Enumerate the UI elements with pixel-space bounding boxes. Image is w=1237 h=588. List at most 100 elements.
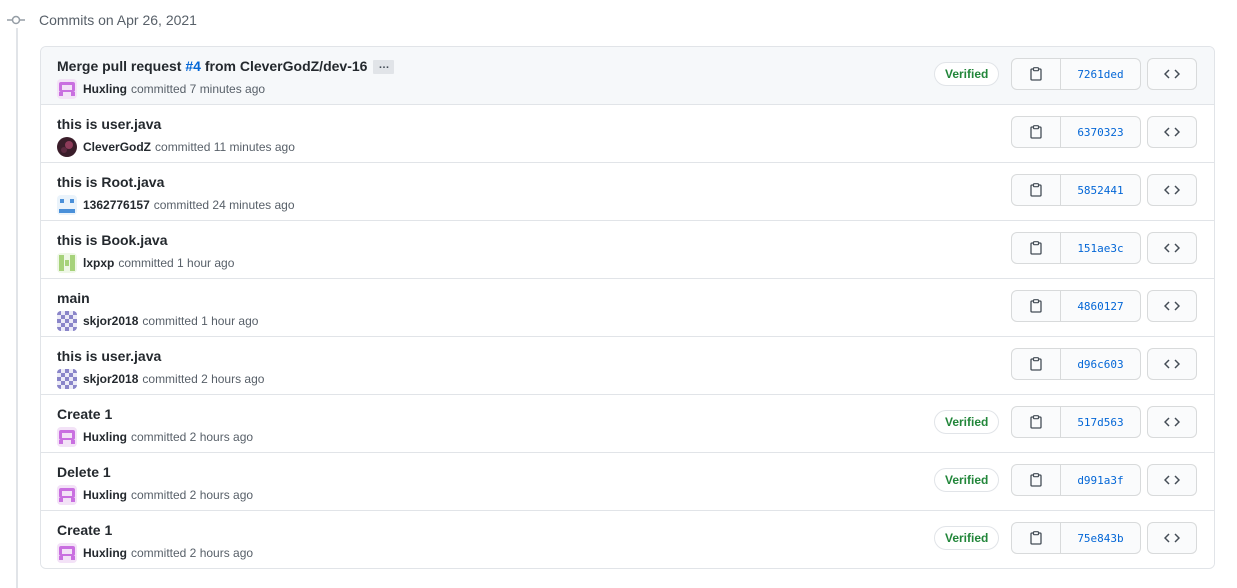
commit-time: committed 2 hours ago xyxy=(131,488,254,502)
commit-sha-link[interactable]: 6370323 xyxy=(1061,117,1140,147)
clipboard-icon xyxy=(1030,67,1042,81)
author-link[interactable]: Huxling xyxy=(83,546,127,560)
browse-repo-button[interactable] xyxy=(1147,348,1197,380)
commit-sha-link[interactable]: 151ae3c xyxy=(1061,233,1140,263)
author-link[interactable]: skjor2018 xyxy=(83,372,138,386)
browse-repo-button[interactable] xyxy=(1147,116,1197,148)
author-link[interactable]: 1362776157 xyxy=(83,198,150,212)
clipboard-icon xyxy=(1030,125,1042,139)
sha-button-group: 5852441 xyxy=(1011,174,1141,206)
code-icon xyxy=(1164,242,1180,254)
author-link[interactable]: lxpxp xyxy=(83,256,114,270)
copy-sha-button[interactable] xyxy=(1012,349,1061,379)
sha-button-group: 517d563 xyxy=(1011,406,1141,438)
commit-row: main skjor2018 committed 1 hour ago 4860127 xyxy=(41,278,1214,336)
commit-time: committed 2 hours ago xyxy=(131,430,254,444)
clipboard-icon xyxy=(1030,531,1042,545)
author-link[interactable]: CleverGodZ xyxy=(83,140,151,154)
author-link[interactable]: skjor2018 xyxy=(83,314,138,328)
author-link[interactable]: Huxling xyxy=(83,488,127,502)
code-icon xyxy=(1164,300,1180,312)
browse-repo-button[interactable] xyxy=(1147,232,1197,264)
clipboard-icon xyxy=(1030,473,1042,487)
commit-group-title: Commits on Apr 26, 2021 xyxy=(39,12,197,28)
commit-message[interactable]: Delete 1 xyxy=(57,464,111,480)
commit-message[interactable]: this is user.java xyxy=(57,116,161,132)
commit-message[interactable]: this is Root.java xyxy=(57,174,164,190)
commit-message[interactable]: this is Book.java xyxy=(57,232,167,248)
copy-sha-button[interactable] xyxy=(1012,407,1061,437)
commit-row: this is user.java CleverGodZ committed 11 … xyxy=(41,104,1214,162)
commit-meta: skjor2018 committed 2 hours ago xyxy=(57,369,264,389)
code-icon xyxy=(1164,126,1180,138)
commit-row: Create 1 Huxling committed 2 hours ago Veri… xyxy=(41,510,1214,568)
commit-meta: Huxling committed 2 hours ago xyxy=(57,427,253,447)
code-icon xyxy=(1164,358,1180,370)
clipboard-icon xyxy=(1030,241,1042,255)
timeline-line xyxy=(16,28,18,588)
commit-sha-link[interactable]: 4860127 xyxy=(1061,291,1140,321)
clipboard-icon xyxy=(1030,415,1042,429)
avatar[interactable] xyxy=(57,311,77,331)
commit-row: this is user.java skjor2018 committed 2 ho… xyxy=(41,336,1214,394)
copy-sha-button[interactable] xyxy=(1012,523,1061,553)
commit-sha-link[interactable]: d991a3f xyxy=(1061,465,1140,495)
avatar[interactable] xyxy=(57,485,77,505)
commit-message-text[interactable]: Merge pull request xyxy=(57,58,185,74)
clipboard-icon xyxy=(1030,183,1042,197)
commit-list: Merge pull request #4 from CleverGodZ/de… xyxy=(40,46,1215,569)
commit-meta: lxpxp committed 1 hour ago xyxy=(57,253,234,273)
avatar[interactable] xyxy=(57,369,77,389)
browse-repo-button[interactable] xyxy=(1147,290,1197,322)
copy-sha-button[interactable] xyxy=(1012,117,1061,147)
verified-badge[interactable]: Verified xyxy=(934,62,1000,86)
copy-sha-button[interactable] xyxy=(1012,465,1061,495)
commit-time: committed 1 hour ago xyxy=(118,256,235,270)
commit-time: committed 24 minutes ago xyxy=(153,198,295,212)
commit-meta: Huxling committed 2 hours ago xyxy=(57,543,253,563)
author-link[interactable]: Huxling xyxy=(83,82,127,96)
copy-sha-button[interactable] xyxy=(1012,291,1061,321)
copy-sha-button[interactable] xyxy=(1012,233,1061,263)
avatar[interactable] xyxy=(57,427,77,447)
commit-message[interactable]: Create 1 xyxy=(57,406,112,422)
commit-sha-link[interactable]: 75e843b xyxy=(1061,523,1140,553)
verified-badge[interactable]: Verified xyxy=(934,526,1000,550)
verified-badge[interactable]: Verified xyxy=(934,468,1000,492)
avatar[interactable] xyxy=(57,137,77,157)
copy-sha-button[interactable] xyxy=(1012,59,1061,89)
commit-group-header: Commits on Apr 26, 2021 xyxy=(0,8,197,32)
commit-message[interactable]: main xyxy=(57,290,90,306)
commit-row: Delete 1 Huxling committed 2 hours ago Veri… xyxy=(41,452,1214,510)
browse-repo-button[interactable] xyxy=(1147,406,1197,438)
avatar[interactable] xyxy=(57,253,77,273)
commit-time: committed 2 hours ago xyxy=(142,372,265,386)
browse-repo-button[interactable] xyxy=(1147,58,1197,90)
author-link[interactable]: Huxling xyxy=(83,430,127,444)
commit-sha-link[interactable]: 5852441 xyxy=(1061,175,1140,205)
commit-meta: Huxling committed 2 hours ago xyxy=(57,485,253,505)
commit-message[interactable]: Merge pull request #4 from CleverGodZ/de… xyxy=(57,58,395,75)
avatar[interactable] xyxy=(57,543,77,563)
avatar[interactable] xyxy=(57,195,77,215)
browse-repo-button[interactable] xyxy=(1147,464,1197,496)
commit-message-text[interactable]: from CleverGodZ/dev-16 xyxy=(201,58,368,74)
copy-sha-button[interactable] xyxy=(1012,175,1061,205)
commit-meta: Huxling committed 7 minutes ago xyxy=(57,79,265,99)
sha-button-group: d96c603 xyxy=(1011,348,1141,380)
sha-button-group: 6370323 xyxy=(1011,116,1141,148)
browse-repo-button[interactable] xyxy=(1147,522,1197,554)
browse-repo-button[interactable] xyxy=(1147,174,1197,206)
verified-badge[interactable]: Verified xyxy=(934,410,1000,434)
pull-request-link[interactable]: #4 xyxy=(185,58,201,74)
expand-message-button[interactable]: … xyxy=(373,60,395,75)
code-icon xyxy=(1164,416,1180,428)
commit-sha-link[interactable]: 7261ded xyxy=(1061,59,1140,89)
commit-sha-link[interactable]: d96c603 xyxy=(1061,349,1140,379)
commit-message[interactable]: Create 1 xyxy=(57,522,112,538)
commit-sha-link[interactable]: 517d563 xyxy=(1061,407,1140,437)
commit-message[interactable]: this is user.java xyxy=(57,348,161,364)
avatar[interactable] xyxy=(57,79,77,99)
sha-button-group: 4860127 xyxy=(1011,290,1141,322)
commit-time: committed 11 minutes ago xyxy=(155,140,295,154)
